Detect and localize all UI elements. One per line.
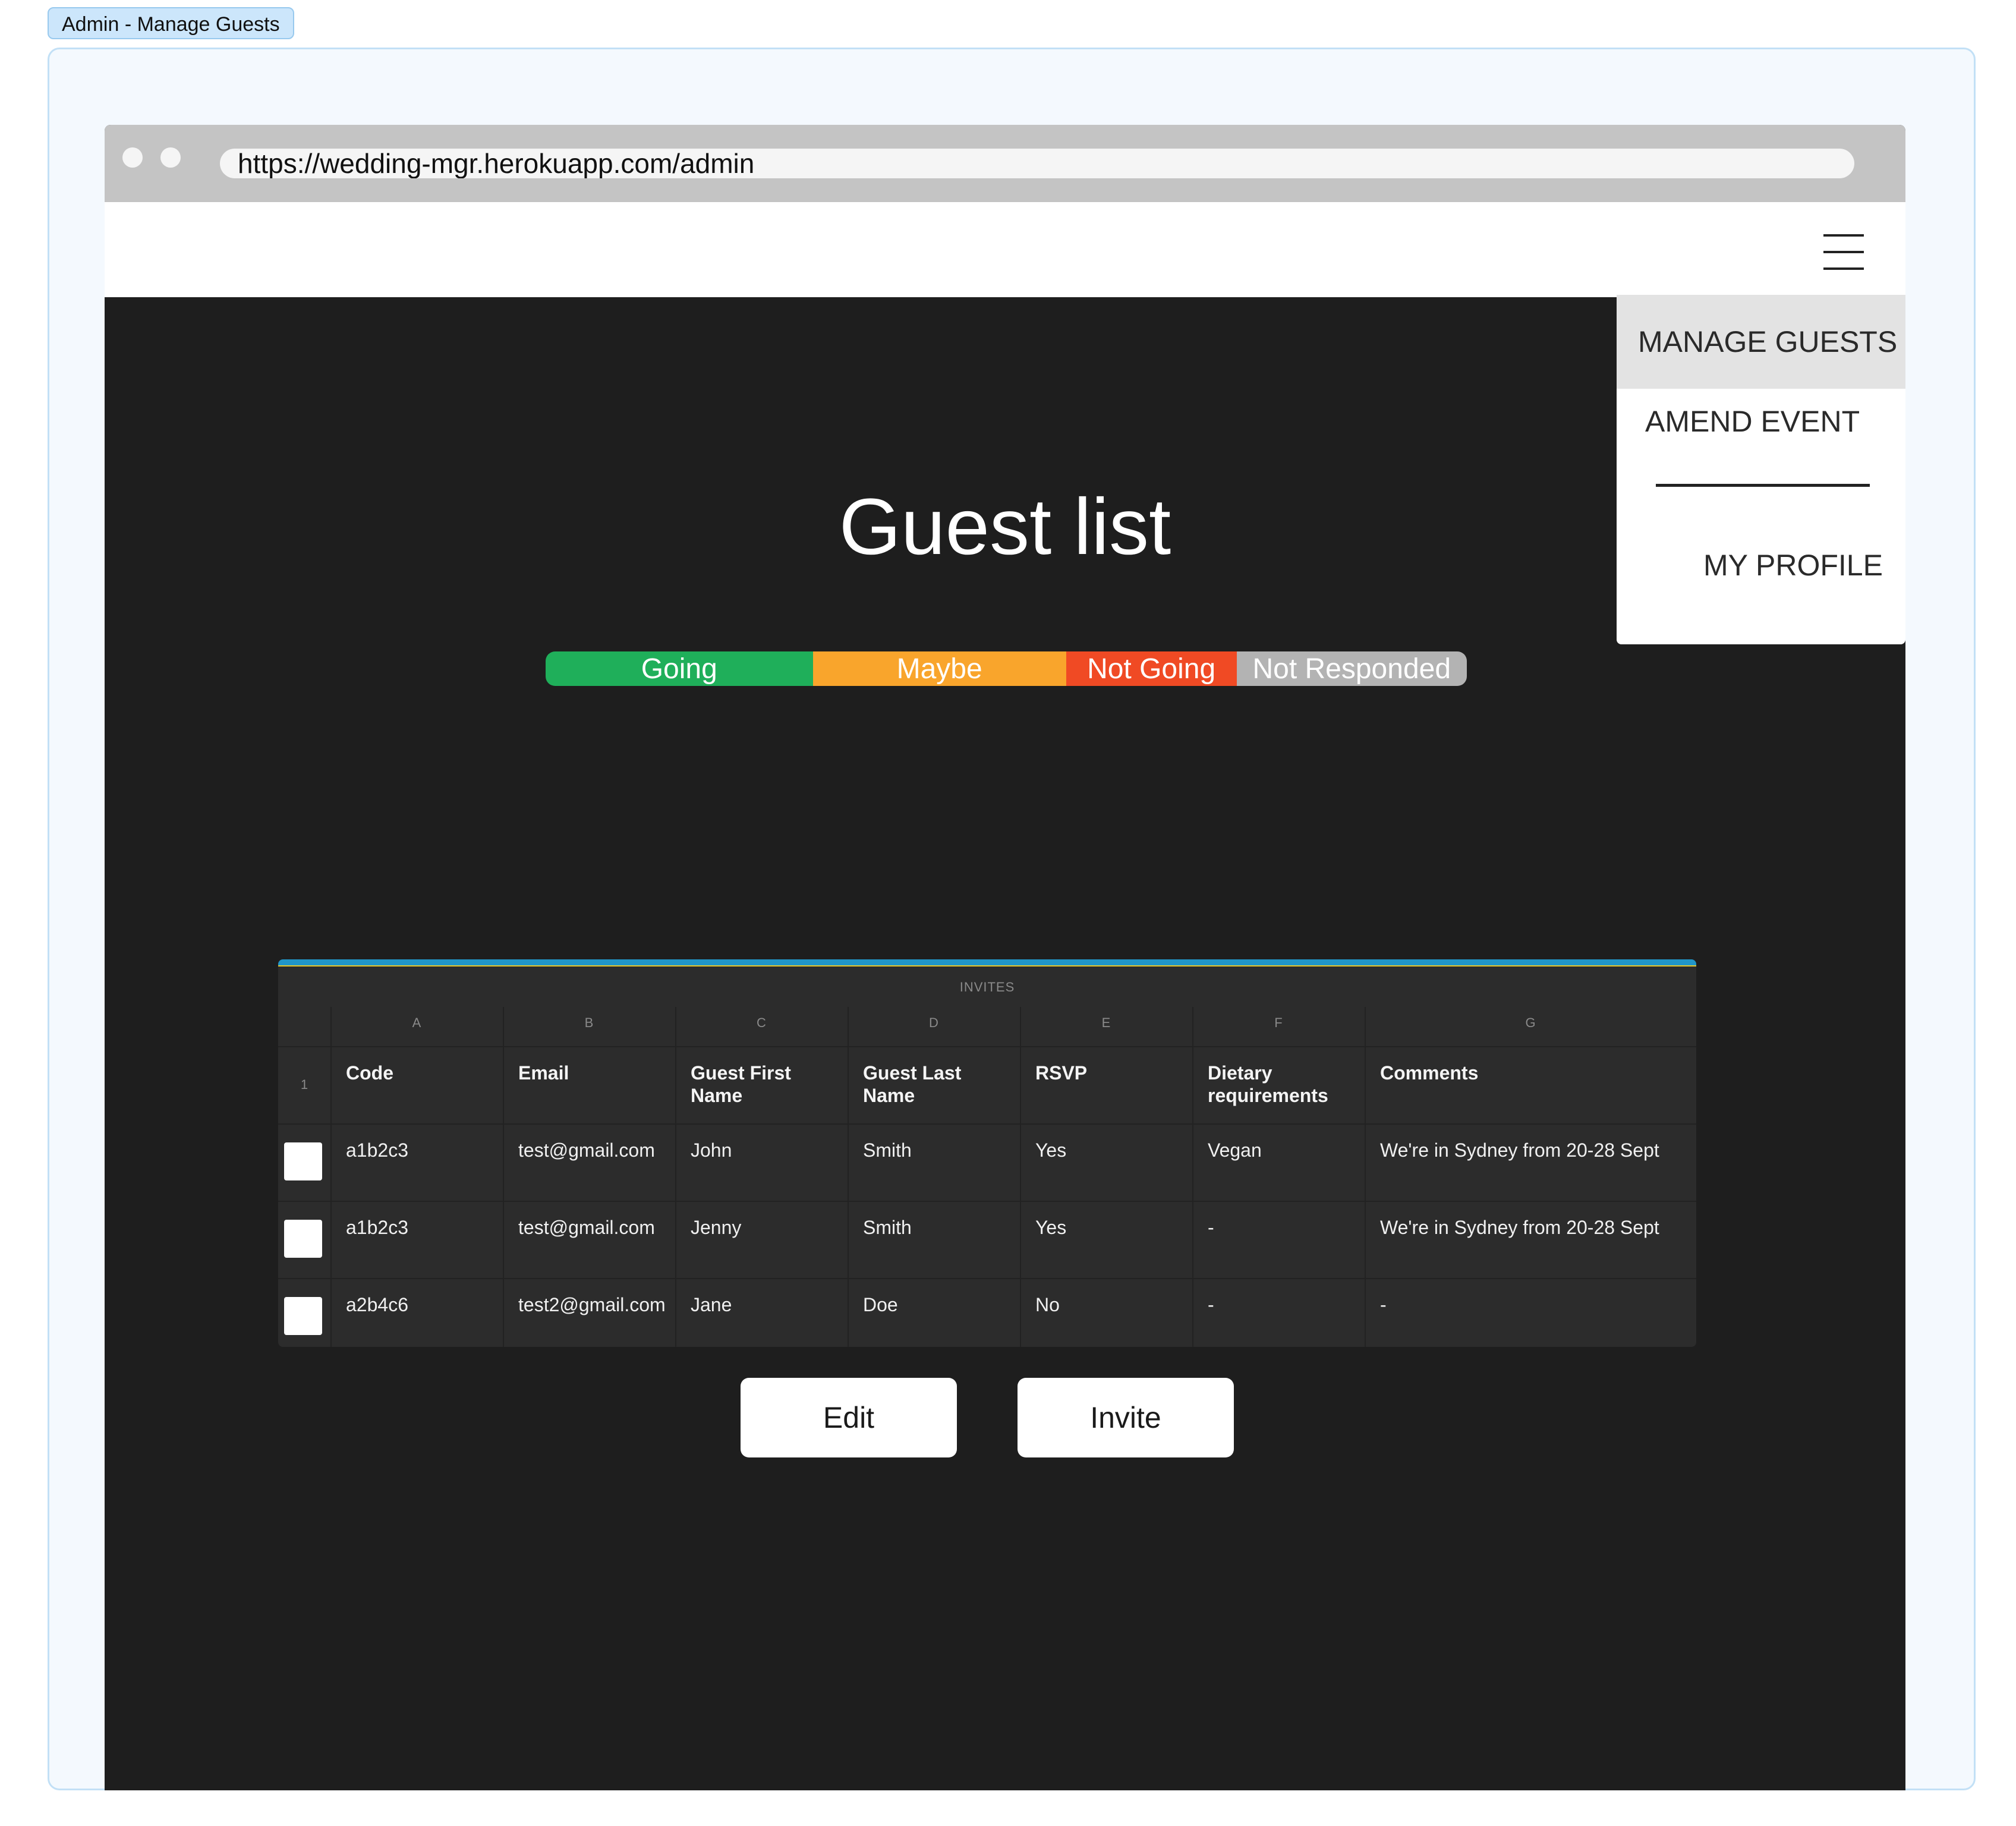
column-header: Guest Last Name: [863, 1062, 962, 1106]
hamburger-menu-icon[interactable]: [1823, 234, 1864, 270]
grid-line: [1192, 1007, 1193, 1347]
grid-line: [1020, 1007, 1021, 1347]
column-header: Email: [518, 1062, 569, 1084]
column-letter: E: [1101, 1015, 1111, 1030]
status-segment-1: Going: [546, 651, 813, 686]
address-bar[interactable]: https://wedding-mgr.herokuapp.com/admin: [220, 149, 1854, 178]
column-header: Code: [346, 1062, 393, 1084]
column-letter: C: [757, 1015, 766, 1030]
row-checkbox[interactable]: [284, 1142, 322, 1180]
table-cell[interactable]: a1b2c3: [346, 1139, 492, 1161]
rsvp-status-bar: Going Maybe Not Going Not Responded: [546, 651, 1467, 686]
grid-line: [278, 1201, 1696, 1202]
table-cell[interactable]: a1b2c3: [346, 1216, 492, 1239]
browser-toolbar: https://wedding-mgr.herokuapp.com/admin: [105, 125, 1905, 202]
grid-line: [848, 1007, 849, 1347]
table-cell[interactable]: -: [1208, 1293, 1354, 1316]
grid-line: [675, 1007, 676, 1347]
table-cell[interactable]: Jenny: [691, 1216, 837, 1239]
table-cell[interactable]: No: [1035, 1293, 1182, 1316]
column-header: Comments: [1380, 1062, 1479, 1084]
table-cell[interactable]: -: [1208, 1216, 1354, 1239]
table-cell[interactable]: Smith: [863, 1216, 1009, 1239]
grid-line: [1365, 1007, 1366, 1347]
grid-line: [278, 1278, 1696, 1279]
table-cell[interactable]: We're in Sydney from 20-28 Sept: [1380, 1139, 1686, 1161]
row-checkbox[interactable]: [284, 1297, 322, 1335]
nav-dropdown-menu: MANAGE GUESTS AMEND EVENT MY PROFILE: [1617, 295, 1905, 644]
table-cell[interactable]: We're in Sydney from 20-28 Sept: [1380, 1216, 1686, 1239]
column-letter: F: [1274, 1015, 1283, 1030]
table-cell[interactable]: test2@gmail.com: [518, 1293, 666, 1316]
table-cell[interactable]: Yes: [1035, 1139, 1182, 1161]
table-cell[interactable]: test@gmail.com: [518, 1216, 664, 1239]
frame-label: Admin - Manage Guests: [48, 7, 294, 39]
column-letter: G: [1525, 1015, 1536, 1030]
table-cell[interactable]: test@gmail.com: [518, 1139, 664, 1161]
site-header: [105, 202, 1905, 297]
table-cell[interactable]: Vegan: [1208, 1139, 1354, 1161]
menu-divider: [1656, 484, 1870, 487]
table-title: INVITES: [959, 980, 1015, 994]
row-checkbox[interactable]: [284, 1220, 322, 1258]
table-cell[interactable]: Smith: [863, 1139, 1009, 1161]
table-cell[interactable]: Doe: [863, 1293, 1009, 1316]
menu-item-amend-event[interactable]: AMEND EVENT: [1645, 404, 1860, 439]
table-cell[interactable]: Jane: [691, 1293, 837, 1316]
column-header: RSVP: [1035, 1062, 1088, 1084]
column-header: Dietary requirements: [1208, 1062, 1328, 1106]
column-letter: D: [929, 1015, 938, 1030]
table-cell[interactable]: Yes: [1035, 1216, 1182, 1239]
row-number: 1: [300, 1077, 308, 1092]
menu-item-manage-guests[interactable]: MANAGE GUESTS: [1617, 295, 1905, 389]
edit-button[interactable]: Edit: [741, 1378, 957, 1457]
invite-button[interactable]: Invite: [1018, 1378, 1234, 1457]
table-cell[interactable]: John: [691, 1139, 837, 1161]
menu-item-my-profile[interactable]: MY PROFILE: [1703, 548, 1883, 583]
table-cell[interactable]: a2b4c6: [346, 1293, 492, 1316]
column-letter: B: [584, 1015, 594, 1030]
grid-line: [330, 1007, 332, 1347]
invites-table: INVITES A B C D E F G 1 Code Email Guest First Nam…: [278, 959, 1696, 1347]
window-dot-icon: [122, 147, 143, 168]
grid-line: [278, 1046, 1696, 1047]
status-segment-2: Maybe: [812, 651, 1066, 686]
grid-line: [503, 1007, 504, 1347]
table-cell[interactable]: -: [1380, 1293, 1686, 1316]
status-segment-4: Not Responded: [1236, 651, 1467, 686]
column-header: Guest First Name: [691, 1062, 791, 1106]
grid-line: [278, 1123, 1696, 1125]
status-segment-3: Not Going: [1066, 651, 1237, 686]
column-letter: A: [412, 1015, 421, 1030]
window-dot-icon: [160, 147, 181, 168]
